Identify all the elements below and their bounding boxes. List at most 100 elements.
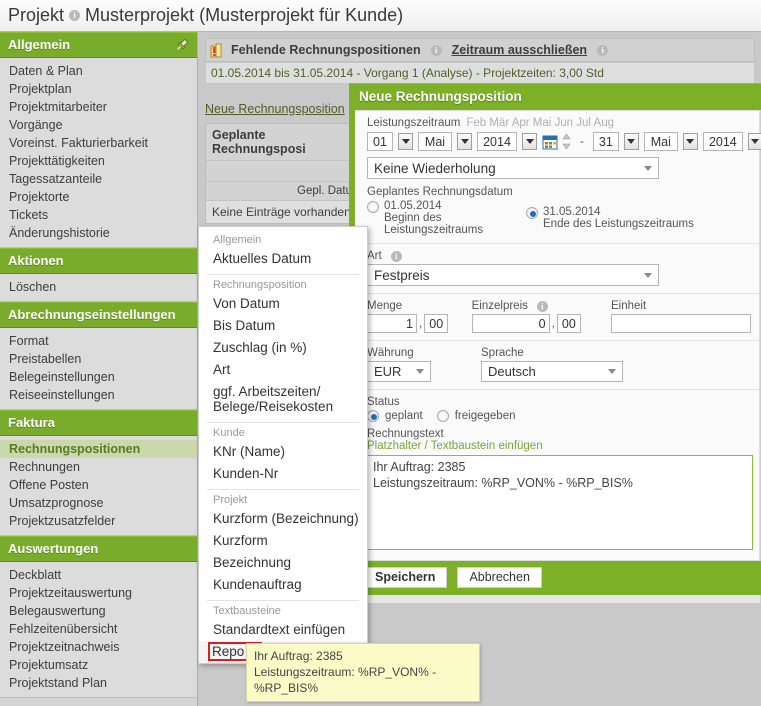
menu-item-bezeichnung[interactable]: Bezeichnung: [199, 552, 367, 574]
period-to-day-input[interactable]: [592, 132, 619, 151]
menu-item-zuschlag[interactable]: Zuschlag (in %): [199, 337, 367, 359]
sidebar-item-projektumsatz[interactable]: Projektumsatz: [0, 656, 197, 674]
einzelpreis-separator: ,: [551, 317, 555, 330]
planned-date-end-value: 31.05.2014: [543, 206, 601, 218]
sidebar-item-projektstand-plan[interactable]: Projektstand Plan: [0, 674, 197, 692]
sidebar-item-belegeinstellungen[interactable]: Belegeinstellungen: [0, 368, 197, 386]
sidebar-item-loeschen[interactable]: Löschen: [0, 278, 197, 296]
sidebar-item-daten-plan[interactable]: Daten & Plan: [0, 62, 197, 80]
sprache-label: Sprache: [481, 347, 524, 359]
sidebar-group-auswertungen-body: Deckblatt Projektzeitauswertung Belegaus…: [0, 562, 197, 698]
einzelpreis-decimals-input[interactable]: [556, 314, 581, 333]
info-icon[interactable]: i: [597, 44, 609, 56]
insert-placeholder-link[interactable]: Platzhalter / Textbaustein einfügen: [367, 440, 751, 452]
sidebar-item-deckblatt[interactable]: Deckblatt: [0, 566, 197, 584]
exclude-period-link[interactable]: Zeitraum ausschließen: [452, 43, 587, 57]
dialog-tail: [349, 595, 761, 603]
menu-item-aktuelles-datum[interactable]: Aktuelles Datum: [199, 248, 367, 270]
sidebar-item-voreinst-fakturierbarkeit[interactable]: Voreinst. Fakturierbarkeit: [0, 134, 197, 152]
art-select[interactable]: Festpreis: [367, 264, 659, 286]
repetition-select[interactable]: Keine Wiederholung: [367, 157, 659, 179]
sidebar-item-projektplan[interactable]: Projektplan: [0, 80, 197, 98]
period-to-day-dropdown[interactable]: [623, 133, 639, 150]
menu-item-kundenauftrag[interactable]: Kundenauftrag: [199, 574, 367, 596]
einzelpreis-input[interactable]: [471, 314, 550, 333]
menge-separator: ,: [419, 317, 423, 330]
waehrung-select[interactable]: EUR: [367, 361, 431, 382]
rechnungstext-textarea[interactable]: Ihr Auftrag: 2385 Leistungszeitraum: %RP…: [367, 455, 753, 550]
sidebar-group-label: Aktionen: [8, 253, 64, 268]
sidebar-item-vorgaenge[interactable]: Vorgänge: [0, 116, 197, 134]
content-subheader: 01.05.2014 bis 31.05.2014 - Vorgang 1 (A…: [205, 63, 755, 84]
sidebar-item-rechnungen[interactable]: Rechnungen: [0, 458, 197, 476]
sidebar-item-aenderungshistorie[interactable]: Änderungshistorie: [0, 224, 197, 242]
menu-item-arbeitszeiten-line2[interactable]: Belege/Reisekosten: [199, 399, 367, 418]
planned-date-start-value: 01.05.2014: [384, 200, 442, 212]
menge-decimals-input[interactable]: [424, 314, 449, 333]
period-to-month-dropdown[interactable]: [682, 133, 698, 150]
pin-icon[interactable]: [175, 38, 189, 52]
menu-item-arbeitszeiten-line1[interactable]: ggf. Arbeitszeiten/: [199, 381, 367, 399]
content-header-title: Fehlende Rechnungspositionen: [231, 43, 421, 57]
menge-input[interactable]: [367, 314, 417, 333]
art-section: Art i Festpreis: [355, 244, 759, 294]
sidebar-item-rechnungspositionen[interactable]: Rechnungspositionen: [0, 440, 197, 458]
menu-item-knr-name[interactable]: KNr (Name): [199, 441, 367, 463]
sidebar-item-belegauswertung[interactable]: Belegauswertung: [0, 602, 197, 620]
menu-item-kurzform-bezeichnung[interactable]: Kurzform (Bezeichnung): [199, 508, 367, 530]
period-to-year-input[interactable]: [702, 132, 743, 151]
period-to-month-input[interactable]: [643, 132, 678, 151]
menu-item-standardtext-einfuegen[interactable]: Standardtext einfügen: [199, 619, 367, 641]
period-from-spinner[interactable]: [562, 133, 571, 150]
planned-date-end-radio[interactable]: [526, 207, 538, 219]
period-from-year-input[interactable]: [477, 132, 517, 151]
einheit-input[interactable]: [611, 314, 751, 333]
menu-item-kunden-nr[interactable]: Kunden-Nr: [199, 463, 367, 485]
menu-item-art[interactable]: Art: [199, 359, 367, 381]
status-released-radio[interactable]: [436, 410, 449, 422]
new-invoice-position-link[interactable]: Neue Rechnungsposition: [205, 102, 345, 116]
sidebar-item-offene-posten[interactable]: Offene Posten: [0, 476, 197, 494]
save-button[interactable]: Speichern: [363, 567, 448, 588]
sprache-select[interactable]: Deutsch: [481, 361, 623, 382]
period-to-year-dropdown[interactable]: [747, 133, 761, 150]
amount-section: Menge , Einzelpreis i: [355, 294, 759, 341]
cancel-button[interactable]: Abbrechen: [457, 567, 542, 588]
menu-item-kurzform[interactable]: Kurzform: [199, 530, 367, 552]
period-from-year-dropdown[interactable]: [522, 133, 537, 150]
calendar-icon[interactable]: [542, 134, 558, 150]
info-icon[interactable]: i: [430, 44, 442, 56]
status-released-label: freigegeben: [454, 410, 516, 422]
menu-item-von-datum[interactable]: Von Datum: [199, 293, 367, 315]
sidebar-item-preistabellen[interactable]: Preistabellen: [0, 350, 197, 368]
status-label: Status: [367, 396, 400, 408]
sidebar-item-tagessatzanteile[interactable]: Tagessatzanteile: [0, 170, 197, 188]
art-value: Festpreis: [374, 267, 430, 283]
sidebar-item-projektzeitnachweis[interactable]: Projektzeitnachweis: [0, 638, 197, 656]
info-icon[interactable]: i: [390, 250, 402, 262]
sidebar-item-format[interactable]: Format: [0, 332, 197, 350]
status-planned-radio[interactable]: [367, 410, 379, 422]
period-from-day-dropdown[interactable]: [398, 133, 413, 150]
sidebar-item-projektzusatzfelder[interactable]: Projektzusatzfelder: [0, 512, 197, 530]
sidebar-item-projektorte[interactable]: Projektorte: [0, 188, 197, 206]
period-from-day-input[interactable]: [367, 132, 393, 151]
sidebar-group-aktionen-body: Löschen: [0, 274, 197, 302]
sidebar-item-fehlzeitenuebersicht[interactable]: Fehlzeitenübersicht: [0, 620, 197, 638]
menu-item-bis-datum[interactable]: Bis Datum: [199, 315, 367, 337]
period-from-month-dropdown[interactable]: [457, 133, 472, 150]
sidebar-item-umsatzprognose[interactable]: Umsatzprognose: [0, 494, 197, 512]
info-icon[interactable]: i: [536, 300, 548, 312]
period-section: Leistungszeitraum Feb Mär Apr Mai Jun Ju…: [355, 111, 761, 244]
info-icon[interactable]: i: [69, 10, 81, 21]
sidebar-item-tickets[interactable]: Tickets: [0, 206, 197, 224]
sidebar-item-projektzeitauswertung[interactable]: Projektzeitauswertung: [0, 584, 197, 602]
planned-date-start-radio[interactable]: [367, 201, 379, 213]
sidebar-item-projektmitarbeiter[interactable]: Projektmitarbeiter: [0, 98, 197, 116]
period-from-month-input[interactable]: [418, 132, 452, 151]
sidebar-item-reiseeinstellungen[interactable]: Reiseeinstellungen: [0, 386, 197, 404]
einzelpreis-label: Einzelpreis: [471, 300, 528, 312]
sidebar-item-projekttaetigkeiten[interactable]: Projekttätigkeiten: [0, 152, 197, 170]
repetition-value: Keine Wiederholung: [374, 160, 496, 176]
rechnungstext-label: Rechnungstext: [367, 428, 444, 440]
